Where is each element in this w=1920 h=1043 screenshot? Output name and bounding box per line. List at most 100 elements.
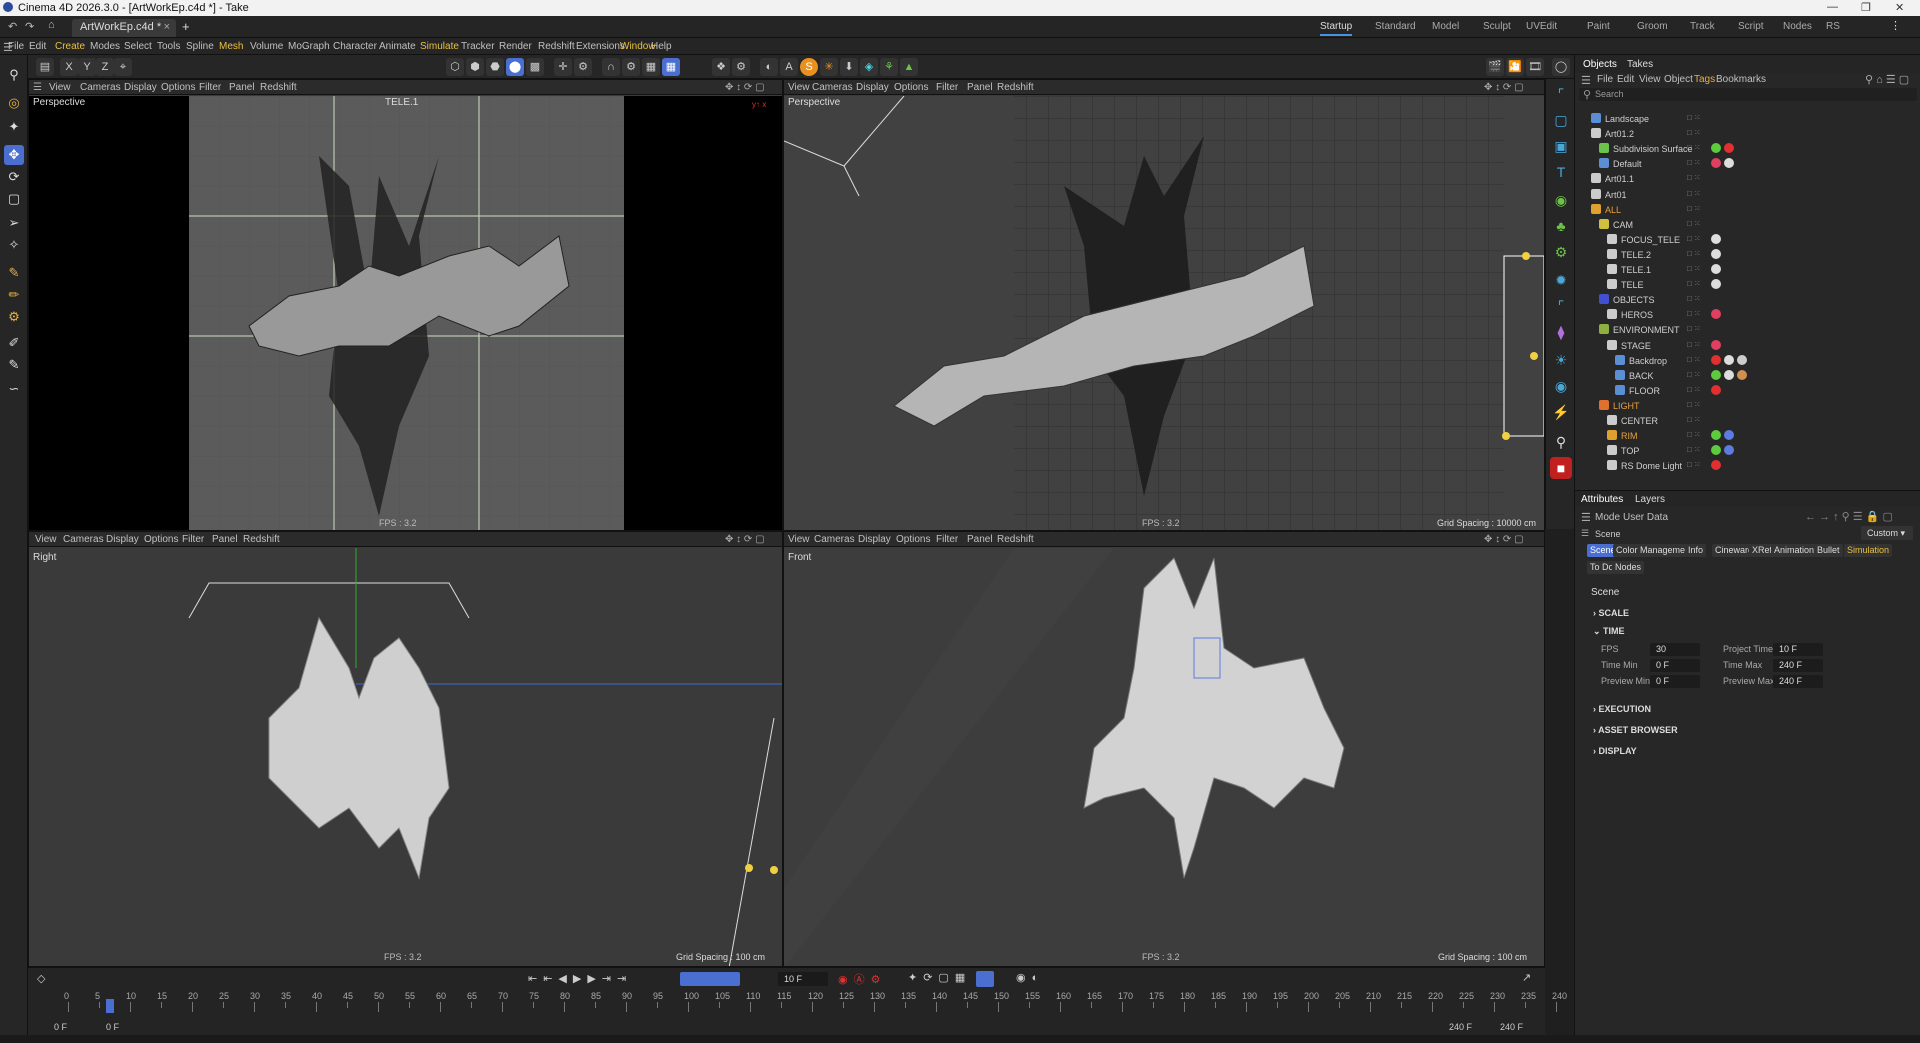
edges-mode-icon[interactable]: ⬢ — [466, 58, 484, 76]
range-end-field[interactable]: 240 F — [1449, 1022, 1472, 1032]
axis-y-icon[interactable]: Y — [78, 58, 96, 76]
vp-menu-filter[interactable]: Filter — [936, 534, 958, 545]
object-row-light[interactable]: LIGHT □ ⁙ — [1575, 399, 1920, 414]
coordinate-manager-icon[interactable]: ⌜ — [1550, 83, 1572, 105]
menu-animate[interactable]: Animate — [379, 41, 416, 52]
visibility-dots-icon[interactable]: □ ⁙ — [1687, 460, 1701, 469]
environment-icon[interactable]: ☀ — [1550, 349, 1572, 371]
vp-menu-options[interactable]: Options — [894, 82, 928, 93]
visibility-dots-icon[interactable]: □ ⁙ — [1687, 143, 1701, 152]
symmetry-icon[interactable]: ❖ — [712, 58, 730, 76]
obj-menu-bookmarks[interactable]: Bookmarks — [1716, 74, 1766, 85]
attributes-hamburger-icon[interactable]: ☰ — [1581, 511, 1591, 524]
menu-help[interactable]: Help — [651, 41, 672, 52]
vp-menu-cameras[interactable]: Cameras — [63, 534, 104, 545]
object-tag-icon[interactable] — [1724, 369, 1734, 380]
vp-menu-options[interactable]: Options — [144, 534, 178, 545]
rotate-tool-icon[interactable]: ⟳ — [4, 167, 24, 187]
menu-character[interactable]: Character — [333, 41, 377, 52]
visibility-dots-icon[interactable]: □ ⁙ — [1687, 113, 1701, 122]
tab-attributes[interactable]: Attributes — [1581, 494, 1623, 505]
fps-input[interactable]: 30 — [1650, 643, 1700, 656]
render-view-icon[interactable]: 🎬 — [1486, 58, 1504, 76]
visibility-dots-icon[interactable]: □ ⁙ — [1687, 430, 1701, 439]
layout-tab-groom[interactable]: Groom — [1637, 21, 1668, 32]
cube-icon[interactable]: ▣ — [1550, 135, 1572, 157]
preview-start-field[interactable]: 0 F — [106, 1022, 119, 1032]
spline-smooth-icon[interactable]: ⚙ — [4, 307, 24, 327]
vp-menu-options[interactable]: Options — [896, 534, 930, 545]
object-row-tele-2[interactable]: TELE.2 □ ⁙ — [1575, 248, 1920, 263]
home-icon[interactable]: ⌂ — [48, 19, 55, 31]
render-settings-icon[interactable]: 🎞 — [1526, 58, 1544, 76]
redshift-s-icon[interactable]: S — [800, 58, 818, 76]
object-tag-icon[interactable] — [1711, 430, 1721, 441]
snap-settings-icon[interactable]: ⚙ — [622, 58, 640, 76]
vp-menu-redshift[interactable]: Redshift — [997, 82, 1034, 93]
object-tag-icon[interactable] — [1711, 445, 1721, 456]
vp-menu-panel[interactable]: Panel — [967, 82, 993, 93]
obj-menu-tags[interactable]: Tags — [1694, 74, 1715, 85]
preview-min-input[interactable]: 0 F — [1650, 675, 1700, 688]
object-tag-icon[interactable] — [1711, 384, 1721, 395]
visibility-dots-icon[interactable]: □ ⁙ — [1687, 309, 1701, 318]
obj-menu-edit[interactable]: Edit — [1617, 74, 1634, 85]
object-row-stage[interactable]: STAGE □ ⁙ — [1575, 339, 1920, 354]
time-max-input[interactable]: 240 F — [1773, 659, 1823, 672]
viewport-bottom-right[interactable]: View Cameras Display Options Filter Pane… — [783, 531, 1545, 967]
object-tag-icon[interactable] — [1711, 354, 1721, 365]
polygons-mode-icon[interactable]: ⬣ — [486, 58, 504, 76]
visibility-dots-icon[interactable]: □ ⁙ — [1687, 158, 1701, 167]
visibility-dots-icon[interactable]: □ ⁙ — [1687, 173, 1701, 182]
object-tag-icon[interactable] — [1724, 354, 1734, 365]
menu-edit[interactable]: Edit — [29, 41, 46, 52]
spline-rect-icon[interactable]: ▢ — [1550, 109, 1572, 131]
object-tag-icon[interactable] — [1711, 233, 1721, 244]
spline-pen-icon[interactable]: ✎ — [4, 263, 24, 283]
redo-icon[interactable]: ↷ — [25, 20, 34, 33]
vp-menu-options[interactable]: Options — [161, 82, 195, 93]
visibility-dots-icon[interactable]: □ ⁙ — [1687, 279, 1701, 288]
obj-menu-file[interactable]: File — [1597, 74, 1613, 85]
coordinate-system-icon[interactable]: ⌖ — [114, 58, 132, 76]
vp-menu-view[interactable]: View — [35, 534, 57, 545]
visibility-dots-icon[interactable]: □ ⁙ — [1687, 324, 1701, 333]
obj-menu-view[interactable]: View — [1639, 74, 1661, 85]
menu-extensions[interactable]: Extensions — [576, 41, 625, 52]
object-row-tele[interactable]: TELE □ ⁙ — [1575, 278, 1920, 293]
warning-triangle-icon[interactable]: ▲ — [900, 58, 918, 76]
visibility-dots-icon[interactable]: □ ⁙ — [1687, 204, 1701, 213]
vp-menu-redshift[interactable]: Redshift — [997, 534, 1034, 545]
maximize-icon[interactable]: ❐ — [1861, 1, 1871, 14]
compass-icon[interactable]: ⚲ — [1550, 431, 1572, 453]
menu-mesh[interactable]: Mesh — [219, 41, 243, 52]
preset-dropdown[interactable]: Custom ▾ — [1861, 526, 1913, 540]
attr-nav-icons[interactable]: ← → ↑ ⚲ ☰ 🔒 ▢ — [1805, 510, 1893, 523]
layout-tab-model[interactable]: Model — [1432, 21, 1459, 32]
minimize-icon[interactable]: — — [1827, 1, 1838, 13]
timeline-ruler[interactable]: 0 5 10 15 20 25 30 35 40 45 50 55 60 65 70 75 80 85 90 95 10… — [28, 968, 1567, 1036]
vp-menu-filter[interactable]: Filter — [199, 82, 221, 93]
object-row-center[interactable]: CENTER □ ⁙ — [1575, 414, 1920, 429]
vp-menu-redshift[interactable]: Redshift — [260, 82, 297, 93]
playhead[interactable] — [106, 999, 114, 1013]
search-tool-icon[interactable]: ⚲ — [4, 65, 24, 85]
visibility-dots-icon[interactable]: □ ⁙ — [1687, 264, 1701, 273]
visibility-dots-icon[interactable]: □ ⁙ — [1687, 340, 1701, 349]
object-tag-icon[interactable] — [1711, 339, 1721, 350]
redshift-object-icon[interactable]: ■ — [1550, 457, 1572, 479]
layout-tab-sculpt[interactable]: Sculpt — [1483, 21, 1511, 32]
menu-tools[interactable]: Tools — [157, 41, 180, 52]
menu-file[interactable]: File — [8, 41, 24, 52]
axis-x-icon[interactable]: X — [60, 58, 78, 76]
sketch-tool-icon[interactable]: ✏ — [4, 285, 24, 305]
undo-icon[interactable]: ↶ — [8, 20, 17, 33]
viewport-top-right[interactable]: View Cameras Display Options Filter Pane… — [783, 79, 1545, 531]
vp-menu-display[interactable]: Display — [858, 534, 891, 545]
object-row-subdivision-surface[interactable]: Subdivision Surface □ ⁙ — [1575, 142, 1920, 157]
visibility-dots-icon[interactable]: □ ⁙ — [1687, 234, 1701, 243]
menu-simulate[interactable]: Simulate — [420, 41, 459, 52]
section-scale[interactable]: › SCALE — [1593, 608, 1629, 618]
close-icon[interactable]: ✕ — [1895, 1, 1904, 14]
viewport-top-left[interactable]: ☰ View Cameras Display Options Filter Pa… — [28, 79, 783, 531]
